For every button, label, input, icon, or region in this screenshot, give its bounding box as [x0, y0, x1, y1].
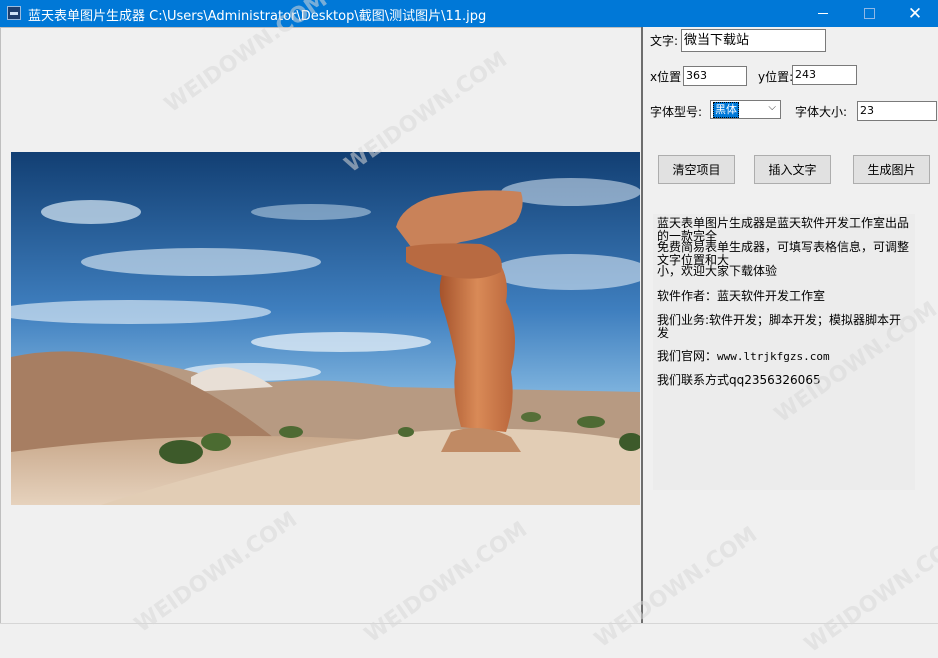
y-position-label: y位置:	[758, 70, 794, 84]
font-size-label: 字体大小:	[795, 105, 848, 119]
preview-image	[11, 152, 640, 505]
author-text: 软件作者：蓝天软件开发工作室	[657, 289, 826, 303]
title-bar: 蓝天表单图片生成器 C:\Users\Administrator\Desktop…	[0, 0, 938, 27]
generate-image-button[interactable]: 生成图片	[853, 155, 930, 184]
maximize-button[interactable]	[846, 0, 892, 27]
text-input[interactable]: 微当下载站	[681, 29, 826, 52]
maximize-icon	[863, 8, 875, 19]
font-type-label: 字体型号:	[650, 105, 703, 119]
minimize-icon	[818, 13, 828, 14]
app-icon	[7, 6, 21, 20]
website-label: 我们官网：	[657, 349, 718, 363]
font-type-select[interactable]: 黑体 ⌵	[710, 100, 781, 119]
close-icon: ✕	[907, 3, 923, 24]
minimize-button[interactable]	[800, 0, 846, 27]
splitter[interactable]	[641, 27, 643, 623]
x-position-input[interactable]: 363	[683, 66, 747, 86]
x-position-label: x位置	[650, 70, 682, 84]
window-title: 蓝天表单图片生成器 C:\Users\Administrator\Desktop…	[28, 9, 487, 24]
insert-text-button[interactable]: 插入文字	[754, 155, 831, 184]
clear-button[interactable]: 清空项目	[658, 155, 735, 184]
chevron-down-icon: ⌵	[768, 102, 776, 113]
y-position-input[interactable]: 243	[792, 65, 857, 85]
font-type-value: 黑体	[713, 102, 739, 118]
text-label: 文字:	[650, 34, 679, 48]
website-url: www.ltrjkfgzs.com	[717, 350, 830, 363]
contact-text: 我们联系方式qq2356326065	[657, 373, 821, 387]
info-line-3: 小，欢迎大家下载体验	[657, 264, 778, 278]
font-size-input[interactable]: 23	[857, 101, 937, 121]
close-button[interactable]: ✕	[892, 0, 938, 27]
